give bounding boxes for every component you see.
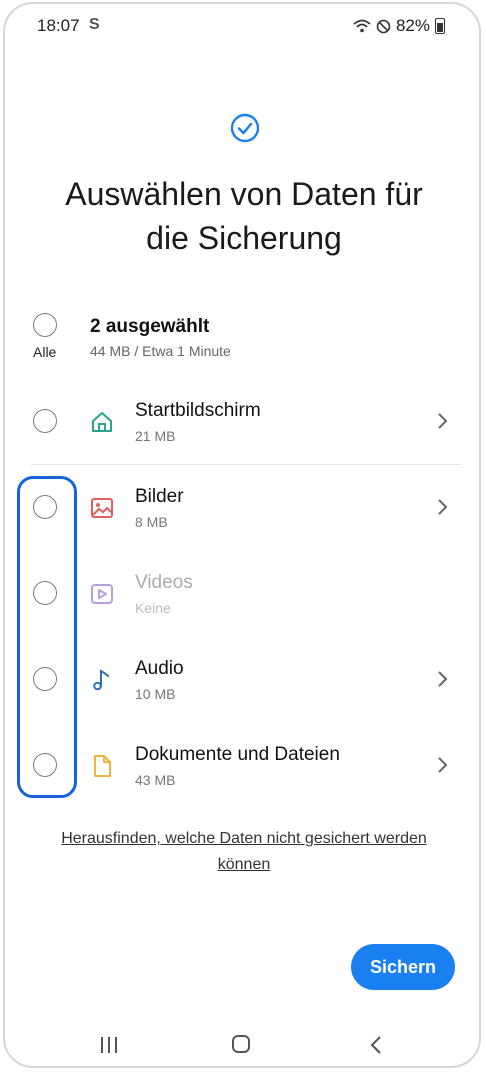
navigation-bar [5,1032,479,1062]
video-icon [91,584,113,604]
phone-screen: 18:07 S 82% Auswählen von Daten für die … [3,2,481,1068]
page-title-line2: die Sicherung [146,220,342,256]
checkbox-highlight-box [17,476,77,798]
checkbox-startbildschirm[interactable] [33,409,57,433]
page-title: Auswählen von Daten für die Sicherung [25,172,463,260]
item-size-videos: Keine [135,600,171,616]
select-all-label: Alle [33,344,57,360]
status-time: 18:07 [37,16,80,35]
item-size-startbildschirm: 21 MB [135,428,176,444]
do-not-disturb-icon [376,19,391,33]
wifi-icon [353,19,371,33]
item-size-bilder: 8 MB [135,514,168,530]
status-right: 82% [353,16,445,36]
chevron-right-icon[interactable] [435,756,449,774]
chevron-right-icon[interactable] [435,412,449,430]
page-title-line1: Auswählen von Daten für [65,176,423,212]
chevron-right-icon[interactable] [435,670,449,688]
selected-count: 2 ausgewählt [90,316,210,337]
item-size-dokumente: 43 MB [135,772,176,788]
item-title-bilder[interactable]: Bilder [135,486,184,508]
battery-percent: 82% [395,16,430,35]
chevron-right-icon[interactable] [435,498,449,516]
unsaved-data-info-link[interactable]: Herausfinden, welche Daten nicht gesiche… [25,826,463,878]
home-nav-icon[interactable] [232,1035,250,1053]
app-indicator-icon: S [89,16,100,33]
select-all-checkbox[interactable] [33,313,57,337]
item-size-audio: 10 MB [135,686,176,702]
home-icon [92,412,112,432]
document-icon [94,755,111,777]
item-title-audio[interactable]: Audio [135,658,184,680]
status-bar: 18:07 S 82% [5,4,479,48]
link-line2[interactable]: können [25,852,463,878]
selected-details: 44 MB / Etwa 1 Minute [90,343,231,359]
item-title-dokumente[interactable]: Dokumente und Dateien [135,744,340,766]
back-icon[interactable] [369,1034,383,1056]
music-note-icon [93,669,109,691]
item-title-startbildschirm[interactable]: Startbildschirm [135,400,261,422]
divider [31,464,461,465]
image-icon [91,498,113,518]
link-line1[interactable]: Herausfinden, welche Daten nicht gesiche… [25,826,463,852]
recent-apps-icon[interactable] [99,1036,119,1054]
battery-icon [435,18,445,34]
check-circle-icon [230,113,260,143]
item-title-videos: Videos [135,572,193,593]
backup-button[interactable]: Sichern [351,944,455,990]
